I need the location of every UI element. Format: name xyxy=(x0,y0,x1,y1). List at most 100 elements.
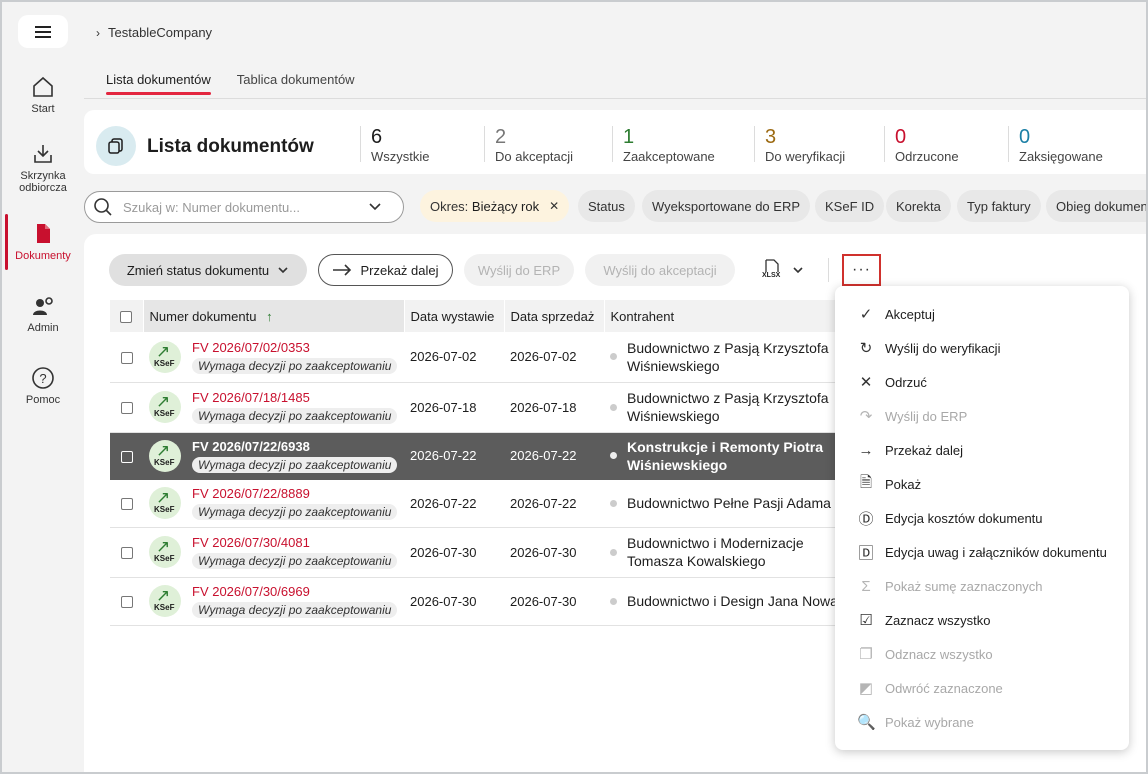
menu-item-label: Przekaż dalej xyxy=(885,442,964,458)
document-number-cell[interactable]: ↗ KSeF FV 2026/07/02/0353 Wymaga decyzji po… xyxy=(143,332,404,383)
menu-item-refresh[interactable]: ↻ Wyślij do weryfikacji xyxy=(835,331,1129,365)
filter-chip-workflow[interactable]: Obieg dokumentu xyxy=(1046,190,1146,222)
document-number-cell[interactable]: ↗ KSeF FV 2026/07/22/8889 Wymaga decyzji po… xyxy=(143,479,404,528)
ksef-icon: ↗ KSeF xyxy=(149,391,181,423)
issue-date-cell: 2026-07-18 xyxy=(404,382,504,433)
document-number-cell[interactable]: ↗ KSeF FV 2026/07/30/4081 Wymaga decyzji po… xyxy=(143,527,404,578)
more-options-button[interactable]: ··· xyxy=(842,254,881,286)
row-checkbox[interactable] xyxy=(120,498,133,511)
menu-item-invert[interactable]: ◩ Odwróć zaznaczone xyxy=(835,671,1129,705)
row-checkbox[interactable] xyxy=(120,450,133,463)
menu-item-show-selected[interactable]: 🔍 Pokaż wybrane xyxy=(835,705,1129,739)
document-number[interactable]: FV 2026/07/30/4081 xyxy=(192,535,397,550)
export-xlsx-button[interactable]: XLSX xyxy=(760,258,804,282)
column-header-issue-date[interactable]: Data wystawie xyxy=(404,300,505,332)
table-row[interactable]: ↗ KSeF FV 2026/07/22/6938 Wymaga decyzji po… xyxy=(110,432,869,480)
table-row[interactable]: ↗ KSeF FV 2026/07/30/6969 Wymaga decyzji po… xyxy=(110,577,869,626)
row-select-cell xyxy=(110,527,143,578)
table-row[interactable]: ↗ KSeF FV 2026/07/22/8889 Wymaga decyzji po… xyxy=(110,479,869,528)
document-number-cell[interactable]: ↗ KSeF FV 2026/07/30/6969 Wymaga decyzji po… xyxy=(143,577,404,626)
stat-value: 0 xyxy=(1019,126,1031,148)
check-icon: ✓ xyxy=(859,306,873,323)
filter-chip-correction[interactable]: Korekta xyxy=(886,190,951,222)
status-dot xyxy=(610,548,617,556)
sidebar-item-documents[interactable]: Dokumenty xyxy=(2,222,84,262)
breadcrumb: › TestableCompany xyxy=(96,25,212,40)
change-status-label: Zmień status dokumentu xyxy=(126,262,270,278)
chevron-down-icon xyxy=(278,267,288,274)
column-header-sale-date[interactable]: Data sprzedaż xyxy=(504,300,605,332)
contractor-cell: Budownictwo Pełne Pasji Adama xyxy=(604,479,869,528)
filter-chip-erp-export[interactable]: Wyeksportowane do ERP xyxy=(642,190,811,222)
forward-button[interactable]: Przekaż dalej xyxy=(318,254,453,286)
document-number[interactable]: FV 2026/07/30/6969 xyxy=(192,584,397,599)
app-frame: Start Skrzynka odbiorcza Dokumenty Admin… xyxy=(2,2,1146,772)
documents-badge-icon xyxy=(96,126,136,166)
stat-value: 6 xyxy=(371,126,383,148)
menu-item-file[interactable]: 🗎 Pokaż xyxy=(835,467,1129,501)
search-input[interactable] xyxy=(123,199,368,215)
stat-rejected[interactable]: 0 Odrzucone xyxy=(884,126,959,164)
d-square-icon: 🄳 xyxy=(858,544,874,562)
sidebar-item-start[interactable]: Start xyxy=(2,75,84,115)
contractor-name: Budownictwo z Pasją Krzysztofa Wiśniewsk… xyxy=(627,390,829,424)
stat-booked[interactable]: 0 Zaksięgowane xyxy=(1008,126,1103,164)
row-checkbox[interactable] xyxy=(120,547,133,560)
breadcrumb-company[interactable]: TestableCompany xyxy=(108,25,212,40)
sidebar-item-inbox[interactable]: Skrzynka odbiorcza xyxy=(2,142,84,194)
menu-item-send[interactable]: ↷ Wyślij do ERP xyxy=(835,399,1129,433)
table-row[interactable]: ↗ KSeF FV 2026/07/30/4081 Wymaga decyzji po… xyxy=(110,527,869,578)
document-number-cell[interactable]: ↗ KSeF FV 2026/07/18/1485 Wymaga decyzji po… xyxy=(143,382,404,433)
row-checkbox[interactable] xyxy=(120,351,133,364)
tab-bar: Lista dokumentów Tablica dokumentów xyxy=(106,72,355,95)
filter-chip-invoice-type[interactable]: Typ faktury xyxy=(957,190,1041,222)
chevron-down-icon[interactable] xyxy=(368,200,382,214)
stat-accepted[interactable]: 1 Zaakceptowane xyxy=(612,126,715,164)
tab-document-board[interactable]: Tablica dokumentów xyxy=(237,72,355,95)
row-checkbox[interactable] xyxy=(120,596,133,609)
document-number[interactable]: FV 2026/07/22/6938 xyxy=(192,439,397,454)
document-number[interactable]: FV 2026/07/18/1485 xyxy=(192,390,397,405)
send-icon: ↷ xyxy=(859,408,873,425)
document-number[interactable]: FV 2026/07/02/0353 xyxy=(192,340,397,355)
stat-to-verify[interactable]: 3 Do weryfikacji xyxy=(754,126,845,164)
uncheck-all-icon: ❐ xyxy=(859,646,873,663)
sidebar-item-help[interactable]: ? Pomoc xyxy=(2,366,84,406)
stat-to-accept[interactable]: 2 Do akceptacji xyxy=(484,126,573,164)
tab-document-list[interactable]: Lista dokumentów xyxy=(106,72,211,95)
menu-item-arrow-right[interactable]: → Przekaż dalej xyxy=(835,433,1129,467)
filter-chip-status[interactable]: Status xyxy=(578,190,635,222)
menu-item-uncheck-all[interactable]: ❐ Odznacz wszystko xyxy=(835,637,1129,671)
issue-date-cell: 2026-07-22 xyxy=(404,432,504,480)
stat-all[interactable]: 6 Wszystkie xyxy=(360,126,430,164)
menu-item-close[interactable]: ✕ Odrzuć xyxy=(835,365,1129,399)
document-number-cell[interactable]: ↗ KSeF FV 2026/07/22/6938 Wymaga decyzji po… xyxy=(143,432,404,480)
filter-chip-ksef-id[interactable]: KSeF ID xyxy=(815,190,885,222)
select-all-checkbox[interactable] xyxy=(120,311,133,324)
send-accept-button[interactable]: Wyślij do akceptacji xyxy=(585,254,735,286)
menu-item-d-circle[interactable]: Ⓓ Edycja kosztów dokumentu xyxy=(835,501,1129,535)
show-selected-icon: 🔍 xyxy=(857,714,876,731)
table-row[interactable]: ↗ KSeF FV 2026/07/18/1485 Wymaga decyzji po… xyxy=(110,382,869,433)
column-label: Numer dokumentu xyxy=(149,308,257,324)
filter-chip-period[interactable]: Okres: Bieżący rok ✕ xyxy=(420,190,570,222)
hamburger-menu-button[interactable] xyxy=(18,15,68,48)
change-status-button[interactable]: Zmień status dokumentu xyxy=(109,254,307,286)
sidebar-item-admin[interactable]: Admin xyxy=(2,294,84,334)
column-header-number[interactable]: Numer dokumentu ↑ xyxy=(143,300,405,332)
menu-item-check[interactable]: ✓ Akceptuj xyxy=(835,297,1129,331)
close-icon[interactable]: ✕ xyxy=(549,199,559,213)
menu-item-d-square[interactable]: 🄳 Edycja uwag i załączników dokumentu xyxy=(835,535,1129,569)
status-badge: Wymaga decyzji po zaakceptowaniu xyxy=(192,553,398,569)
send-erp-button[interactable]: Wyślij do ERP xyxy=(464,254,574,286)
stat-value: 1 xyxy=(623,126,635,148)
menu-item-check-all[interactable]: ☑ Zaznacz wszystko xyxy=(835,603,1129,637)
menu-item-label: Pokaż wybrane xyxy=(885,714,974,730)
documents-table: Numer dokumentu ↑ Data wystawie Data spr… xyxy=(110,300,870,626)
table-row[interactable]: ↗ KSeF FV 2026/07/02/0353 Wymaga decyzji po… xyxy=(110,332,869,383)
column-header-contractor[interactable]: Kontrahent xyxy=(604,300,870,332)
sale-date-cell: 2026-07-30 xyxy=(504,527,604,578)
row-checkbox[interactable] xyxy=(120,402,133,415)
menu-item-sigma[interactable]: Σ Pokaż sumę zaznaczonych xyxy=(835,569,1129,603)
document-number[interactable]: FV 2026/07/22/8889 xyxy=(192,486,397,501)
